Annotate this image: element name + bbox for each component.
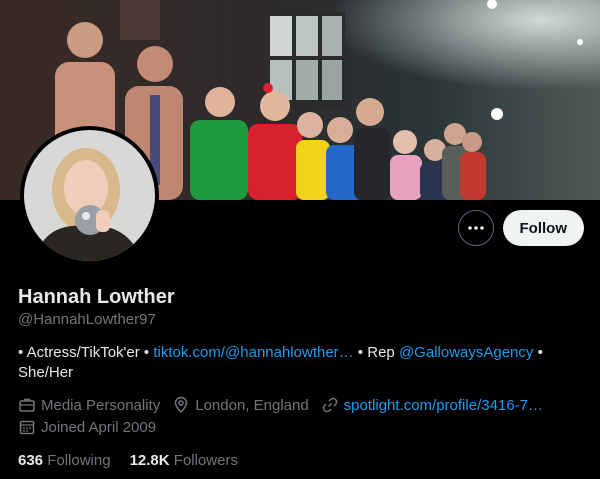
profile-category: Media Personality: [18, 396, 160, 414]
bio-text-1: • Actress/TikTok'er •: [18, 344, 154, 361]
profile-meta-row: Media Personality London, England spotli…: [18, 396, 555, 414]
profile-joined-row: Joined April 2009: [18, 418, 168, 436]
website-link[interactable]: spotlight.com/profile/3416-7…: [344, 397, 543, 414]
following-stat[interactable]: 636 Following: [18, 452, 111, 469]
followers-label: Followers: [173, 452, 238, 469]
profile-handle: @HannahLowther97: [18, 311, 156, 328]
follow-button[interactable]: Follow: [502, 210, 584, 246]
profile-joined: Joined April 2009: [18, 418, 156, 436]
profile-location: London, England: [172, 396, 309, 414]
profile-avatar[interactable]: [20, 126, 159, 265]
profile-bio: • Actress/TikTok'er • tiktok.com/@hannah…: [18, 343, 583, 383]
followers-stat[interactable]: 12.8K Followers: [130, 452, 238, 469]
briefcase-icon: [19, 398, 35, 412]
calendar-icon: [19, 420, 35, 435]
bio-text-2: • Rep: [353, 344, 399, 361]
followers-count: 12.8K: [129, 452, 170, 469]
profile-website[interactable]: spotlight.com/profile/3416-7…: [321, 396, 543, 414]
ellipsis-icon: [467, 226, 484, 230]
joined-label: Joined April 2009: [41, 418, 157, 436]
location-pin-icon: [174, 396, 188, 414]
bio-agency-mention[interactable]: @GallowaysAgency: [399, 344, 533, 361]
link-icon: [322, 397, 337, 413]
category-label: Media Personality: [41, 396, 161, 414]
profile-name: Hannah Lowther: [18, 286, 175, 308]
avatar-image: [24, 130, 155, 261]
location-label: London, England: [195, 396, 309, 414]
following-count: 636: [18, 452, 44, 469]
more-options-button[interactable]: [457, 210, 494, 246]
following-label: Following: [47, 452, 111, 469]
profile-stats: 636 Following 12.8K Followers: [18, 452, 238, 469]
bio-tiktok-link[interactable]: tiktok.com/@hannahlowther…: [153, 344, 353, 361]
